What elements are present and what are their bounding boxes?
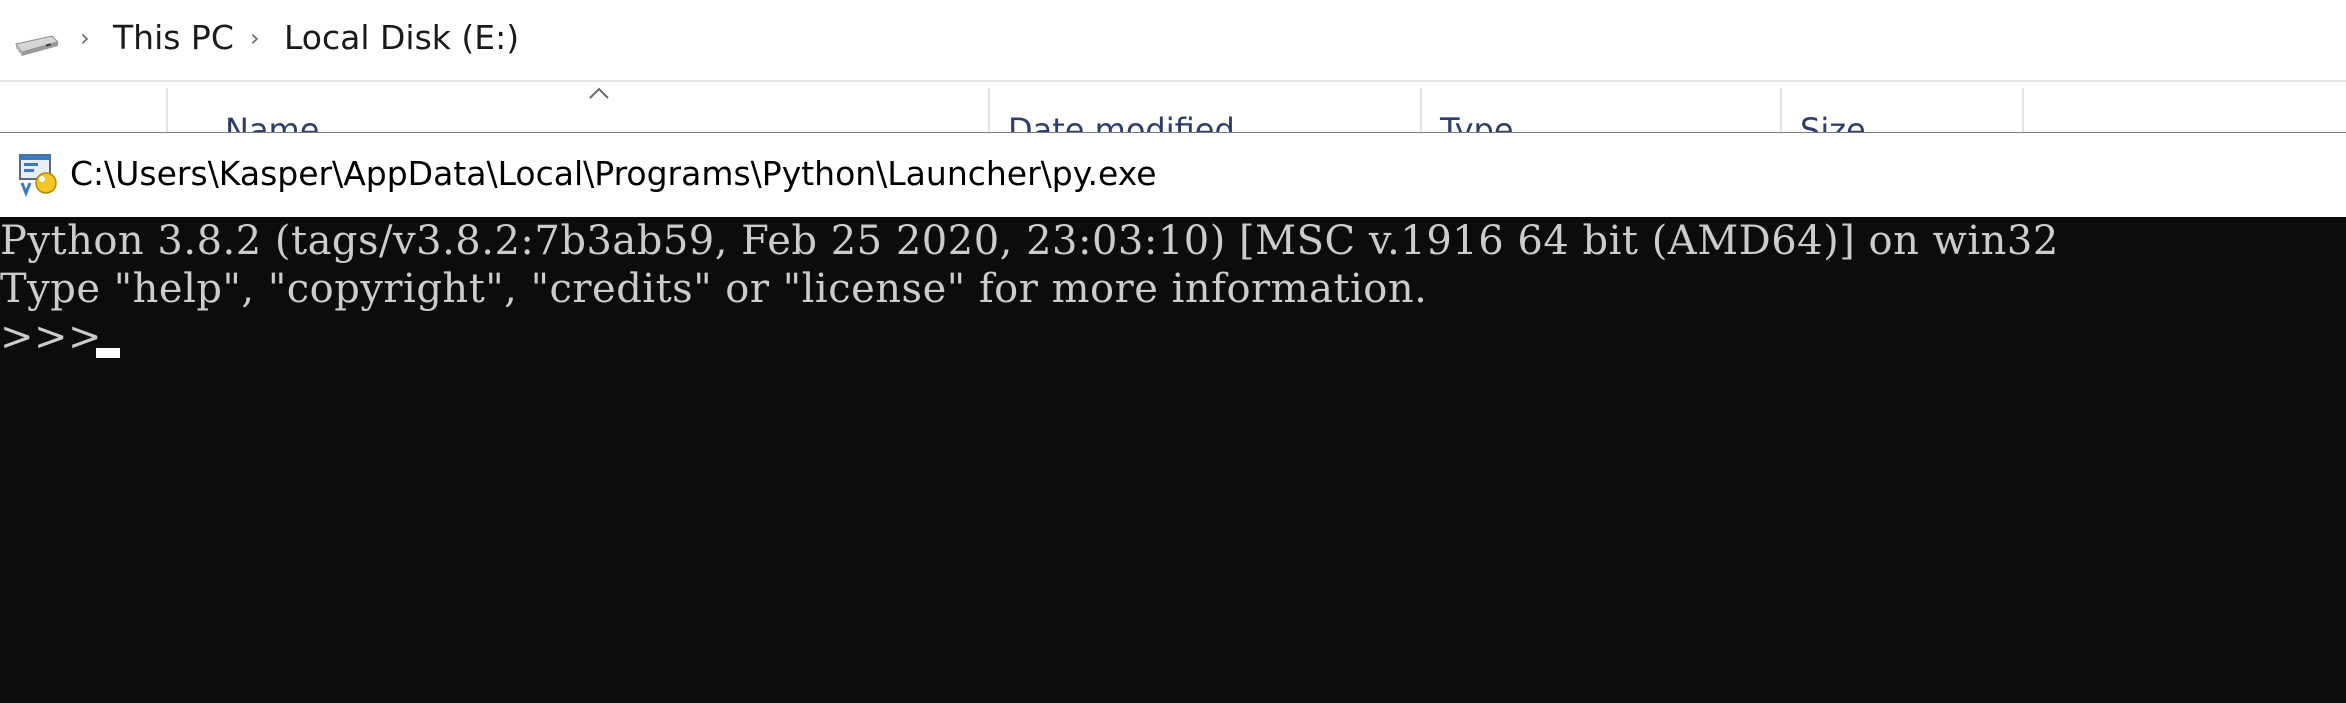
- address-bar[interactable]: › This PC › Local Disk (E:): [0, 0, 2346, 82]
- python-launcher-icon: [19, 154, 57, 197]
- column-divider[interactable]: [1780, 88, 1782, 132]
- console-window[interactable]: C:\Users\Kasper\AppData\Local\Programs\P…: [0, 132, 2346, 703]
- breadcrumb-local-disk[interactable]: Local Disk (E:): [284, 18, 519, 58]
- console-title-bar[interactable]: C:\Users\Kasper\AppData\Local\Programs\P…: [0, 133, 2346, 217]
- console-line-version: Python 3.8.2 (tags/v3.8.2:7b3ab59, Feb 2…: [0, 218, 2059, 264]
- sort-up-icon: [589, 87, 609, 99]
- console-output[interactable]: Python 3.8.2 (tags/v3.8.2:7b3ab59, Feb 2…: [0, 217, 2346, 703]
- text-cursor: [96, 348, 120, 358]
- column-header-row: Name Date modified Type Size: [0, 82, 2346, 149]
- drive-icon: [15, 35, 59, 56]
- column-divider[interactable]: [1420, 88, 1422, 132]
- console-line-info: Type "help", "copyright", "credits" or "…: [0, 266, 1428, 312]
- chevron-right-icon[interactable]: ›: [80, 24, 90, 52]
- file-explorer-window: › This PC › Local Disk (E:) Name Date mo…: [0, 0, 2346, 149]
- chevron-right-icon[interactable]: ›: [250, 24, 260, 52]
- column-divider[interactable]: [988, 88, 990, 132]
- column-divider[interactable]: [166, 88, 168, 132]
- column-divider[interactable]: [2022, 88, 2024, 132]
- console-window-title: C:\Users\Kasper\AppData\Local\Programs\P…: [70, 154, 1157, 193]
- breadcrumb-this-pc[interactable]: This PC: [113, 18, 234, 58]
